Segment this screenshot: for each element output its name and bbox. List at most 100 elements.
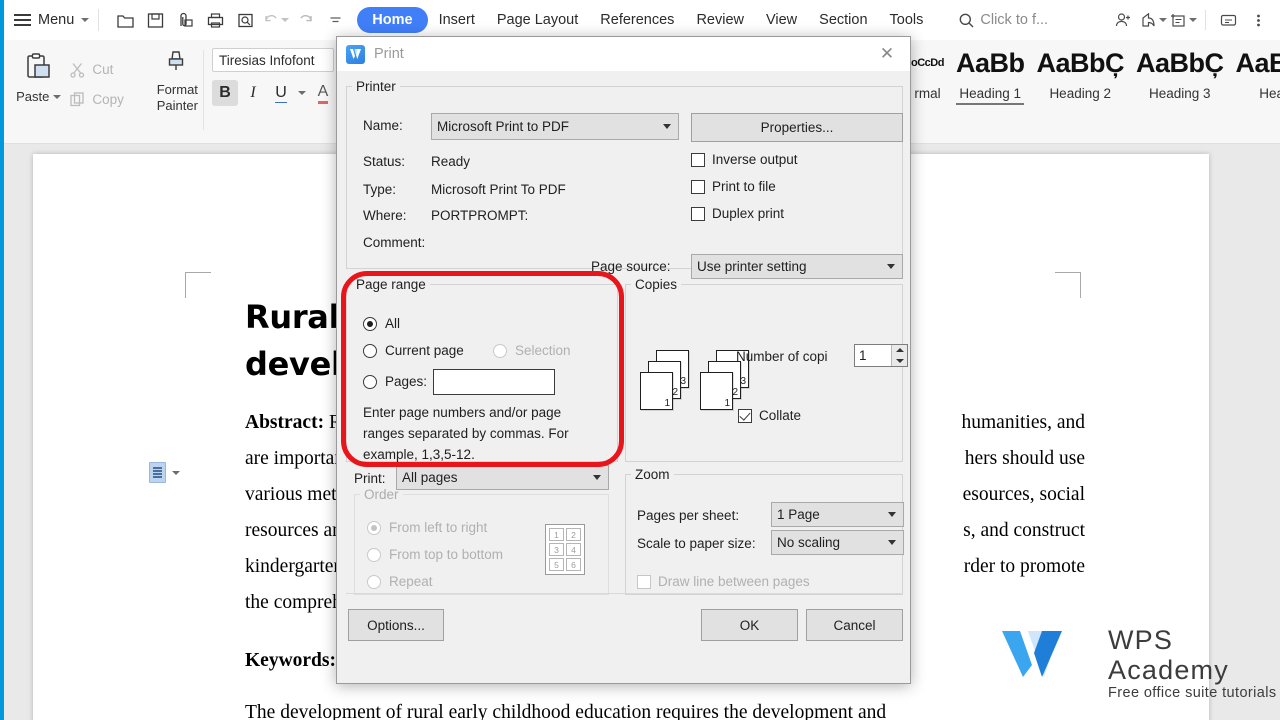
radio-current-page[interactable]: Current page xyxy=(363,343,464,358)
radio-circle xyxy=(367,574,381,589)
pages-per-sheet-select[interactable]: 1 Page xyxy=(771,502,904,527)
customize-toolbar-icon[interactable] xyxy=(322,7,349,34)
close-icon[interactable]: ✕ xyxy=(870,41,904,67)
underline-button[interactable]: U xyxy=(268,80,294,106)
paste-button[interactable]: Paste xyxy=(8,42,69,140)
menu-button[interactable]: Menu xyxy=(14,12,90,28)
chevron-down-icon xyxy=(888,540,896,545)
tab-references[interactable]: References xyxy=(589,8,685,32)
radio-all[interactable]: All xyxy=(363,316,400,331)
style-item-heading-3[interactable]: AaBbC̦ Heading 3 xyxy=(1130,46,1230,105)
radio-pages[interactable]: Pages: xyxy=(363,374,427,389)
search-box[interactable]: Click to f... xyxy=(958,12,1048,29)
pages-per-sheet-label: Pages per sheet: xyxy=(637,508,740,523)
copy-button: Copy xyxy=(69,84,146,114)
tab-view[interactable]: View xyxy=(755,8,808,32)
chevron-down-icon xyxy=(593,475,601,480)
order-grid-cell: 3 xyxy=(549,543,564,556)
chevron-down-icon xyxy=(81,18,90,22)
margin-marker-top-left xyxy=(185,272,211,298)
font-group: Tiresias Infofont B I U A xyxy=(212,48,350,106)
tab-tools[interactable]: Tools xyxy=(879,8,935,32)
print-to-file-checkbox[interactable]: Print to file xyxy=(691,179,776,194)
print-what-label: Print: xyxy=(354,471,386,486)
italic-button[interactable]: I xyxy=(240,80,266,106)
order-grid-cell: 4 xyxy=(566,543,581,556)
comment-icon[interactable] xyxy=(1214,6,1242,34)
paste-options-icon xyxy=(149,462,166,483)
font-name-input[interactable]: Tiresias Infofont xyxy=(212,48,334,72)
print-preview-icon[interactable] xyxy=(232,7,259,34)
stepper-up-icon[interactable] xyxy=(892,345,907,356)
save-as-icon[interactable] xyxy=(172,7,199,34)
radio-left-to-right: From left to right xyxy=(367,520,487,535)
underline-dropdown[interactable] xyxy=(296,80,308,106)
watermark-title: WPS Academy xyxy=(1108,625,1229,685)
checkbox-box xyxy=(691,206,705,221)
scale-to-paper-select[interactable]: No scaling xyxy=(771,530,904,555)
tab-review[interactable]: Review xyxy=(685,8,755,32)
radio-circle xyxy=(363,316,377,331)
stepper-arrows[interactable] xyxy=(891,345,907,366)
page-source-select[interactable]: Use printer setting xyxy=(691,254,903,279)
chevron-down-icon xyxy=(887,264,895,269)
font-color-button[interactable]: A xyxy=(310,80,336,106)
print-icon[interactable] xyxy=(202,7,229,34)
type-value: Microsoft Print To PDF xyxy=(431,182,566,197)
print-to-file-label: Print to file xyxy=(712,179,776,194)
options-button[interactable]: Options... xyxy=(348,609,444,641)
bold-button[interactable]: B xyxy=(212,80,238,106)
duplex-print-checkbox[interactable]: Duplex print xyxy=(691,206,784,221)
properties-button[interactable]: Properties... xyxy=(691,113,903,142)
sync-icon[interactable] xyxy=(1169,6,1197,34)
cut-button: Cut xyxy=(69,54,146,84)
format-painter-button[interactable]: Format Painter xyxy=(147,42,208,140)
tab-insert[interactable]: Insert xyxy=(428,8,486,32)
number-of-copies-value[interactable]: 1 xyxy=(855,345,891,366)
tab-home[interactable]: Home xyxy=(357,7,428,33)
share-icon[interactable] xyxy=(1139,6,1167,34)
draw-line-between-pages-checkbox: Draw line between pages xyxy=(637,574,810,589)
preview-page-number: 3 xyxy=(680,376,686,387)
dialog-title-bar[interactable]: Print ✕ xyxy=(337,37,910,71)
inverse-output-checkbox[interactable]: Inverse output xyxy=(691,152,798,167)
number-of-copies-stepper[interactable]: 1 xyxy=(854,344,908,367)
copy-label: Copy xyxy=(92,91,124,107)
collate-label: Collate xyxy=(759,408,802,423)
page-source-value: Use printer setting xyxy=(697,259,807,274)
scale-to-paper-value: No scaling xyxy=(777,535,841,550)
style-preview: AaBb xyxy=(955,48,1025,78)
page-range-group: Page range All Current page Selection Pa… xyxy=(346,277,618,462)
footer-divider xyxy=(346,593,903,594)
open-icon[interactable] xyxy=(112,7,139,34)
preview-page-number: 2 xyxy=(672,387,678,398)
style-name: Heading 1 xyxy=(955,86,1025,105)
style-item-heading-4[interactable]: AaBbCcI Heading 4 xyxy=(1230,46,1280,105)
watermark-subtitle: Free office suite tutorials xyxy=(1108,685,1277,701)
search-placeholder-text: Click to f... xyxy=(980,12,1049,28)
tab-page-layout[interactable]: Page Layout xyxy=(486,8,589,32)
save-icon[interactable] xyxy=(142,7,169,34)
style-preview: AaBbCcI xyxy=(1235,48,1280,78)
app-left-accent-bar xyxy=(0,0,4,720)
stepper-down-icon[interactable] xyxy=(892,355,907,366)
chevron-down-icon[interactable] xyxy=(172,470,180,475)
cancel-button[interactable]: Cancel xyxy=(806,609,903,641)
toolbar-divider xyxy=(98,9,100,31)
preview-page-number: 1 xyxy=(664,398,670,409)
more-options-icon[interactable] xyxy=(1244,6,1272,34)
ok-button[interactable]: OK xyxy=(701,609,798,641)
search-icon xyxy=(959,13,974,27)
style-item-heading-1[interactable]: AaBb Heading 1 xyxy=(950,46,1031,105)
pages-input[interactable] xyxy=(433,369,555,395)
printer-name-select[interactable]: Microsoft Print to PDF xyxy=(431,113,679,140)
tab-section[interactable]: Section xyxy=(808,8,878,32)
paste-options-smart-tag[interactable] xyxy=(149,462,180,483)
collate-checkbox[interactable]: Collate xyxy=(738,408,801,423)
chevron-down-icon xyxy=(53,94,62,99)
radio-circle xyxy=(493,343,507,358)
style-item-heading-2[interactable]: AaBbC̦ Heading 2 xyxy=(1030,46,1130,105)
hamburger-icon xyxy=(14,14,31,26)
print-dialog[interactable]: Print ✕ Printer Name: Microsoft Print to… xyxy=(336,36,911,684)
add-user-icon[interactable] xyxy=(1109,6,1137,34)
